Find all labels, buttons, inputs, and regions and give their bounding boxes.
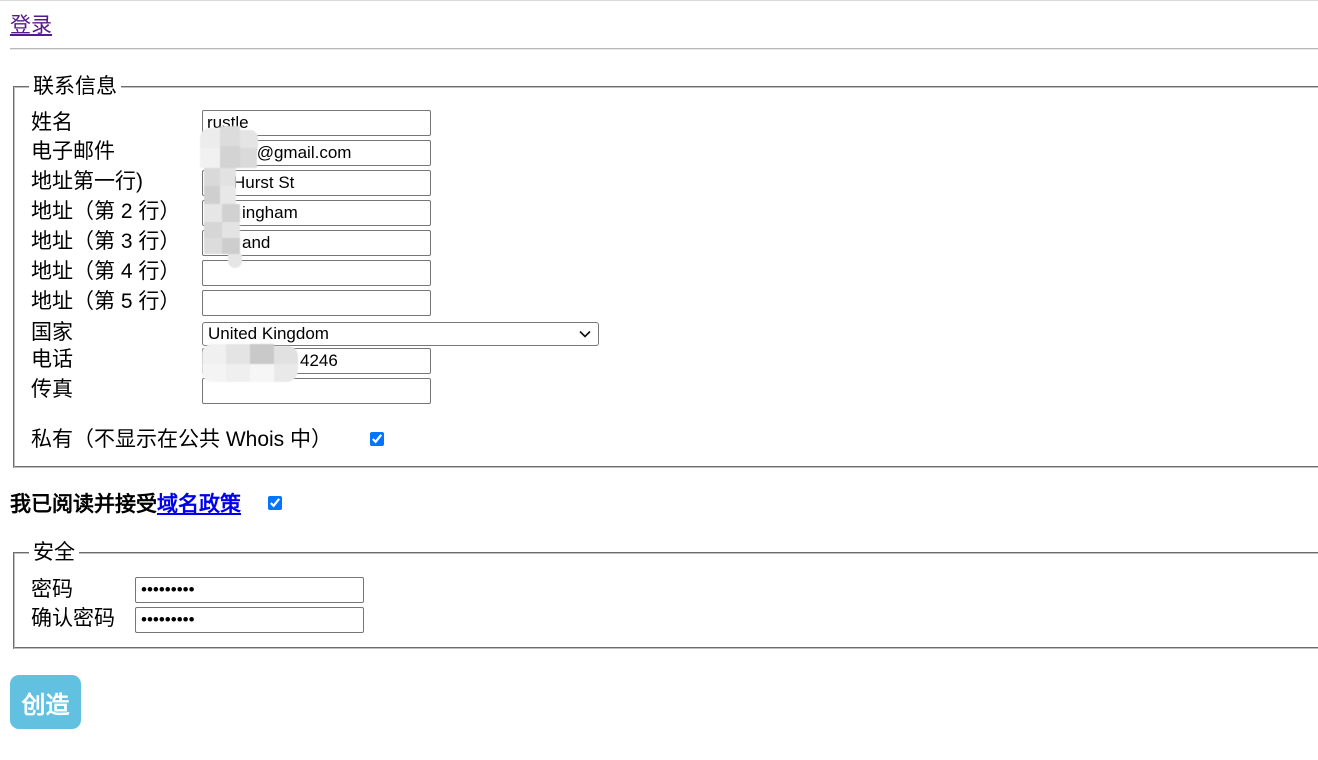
- country-select[interactable]: United Kingdom: [202, 322, 599, 346]
- address-line-4-input[interactable]: [202, 260, 431, 286]
- email-label: 电子邮件: [31, 140, 115, 163]
- agreement-label: 我已阅读并接受: [10, 493, 157, 516]
- phone-input[interactable]: [202, 348, 431, 374]
- address-line-4-label: 地址（第 4 行）: [31, 260, 181, 283]
- address-line-2-input[interactable]: [202, 200, 431, 226]
- password-label: 密码: [31, 578, 73, 601]
- address-line-5-label: 地址（第 5 行）: [31, 290, 181, 313]
- login-link[interactable]: 登录: [10, 12, 52, 40]
- page: 登录 联系信息 姓名 电子邮件 地址第一行) 地址（第 2 行） 地址（第 3 …: [0, 0, 1318, 760]
- fax-label: 传真: [31, 378, 73, 401]
- address-line-1-label: 地址第一行): [31, 170, 143, 193]
- domain-policy-link[interactable]: 域名政策: [157, 493, 241, 516]
- horizontal-rule: [10, 48, 1318, 50]
- agreement-checkbox[interactable]: [268, 496, 282, 510]
- name-label: 姓名: [31, 111, 73, 134]
- country-selected-value: United Kingdom: [208, 324, 329, 343]
- address-line-3-label: 地址（第 3 行）: [31, 230, 181, 253]
- name-input[interactable]: [202, 110, 431, 136]
- chevron-down-icon: [579, 330, 591, 338]
- private-checkbox[interactable]: [370, 432, 384, 446]
- contact-legend: 联系信息: [29, 74, 121, 100]
- security-legend: 安全: [29, 540, 79, 566]
- fax-input[interactable]: [202, 378, 431, 404]
- email-input[interactable]: [202, 140, 431, 166]
- confirm-password-input[interactable]: [135, 607, 364, 633]
- address-line-3-input[interactable]: [202, 230, 431, 256]
- private-label: 私有（不显示在公共 Whois 中）: [31, 428, 333, 451]
- confirm-password-label: 确认密码: [31, 607, 115, 630]
- phone-label: 电话: [31, 348, 73, 371]
- top-border: [0, 0, 1318, 1]
- country-label: 国家: [31, 321, 73, 344]
- agreement-text: 我已阅读并接受域名政策: [10, 490, 241, 520]
- create-button[interactable]: 创造: [10, 675, 81, 729]
- password-input[interactable]: [135, 577, 364, 603]
- address-line-5-input[interactable]: [202, 290, 431, 316]
- address-line-1-input[interactable]: [202, 170, 431, 196]
- address-line-2-label: 地址（第 2 行）: [31, 200, 181, 223]
